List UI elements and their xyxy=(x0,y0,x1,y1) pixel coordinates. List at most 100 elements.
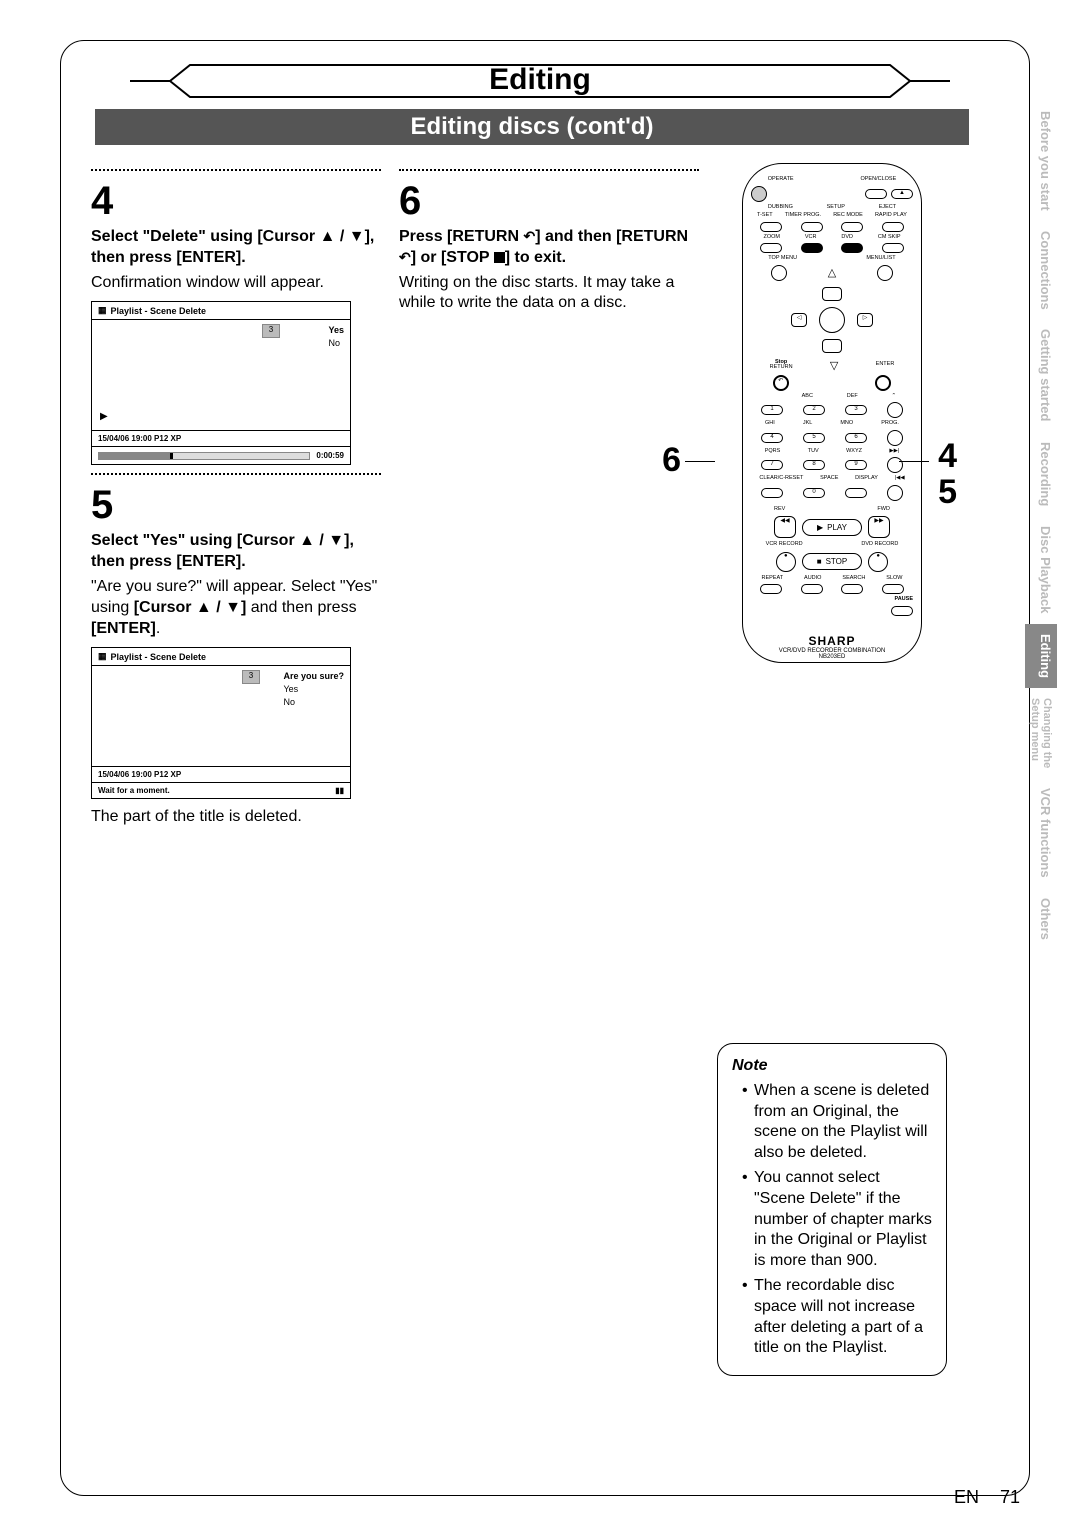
up-icon: △ xyxy=(828,266,836,279)
osd1-no: No xyxy=(328,337,344,350)
slow-button[interactable] xyxy=(882,584,904,594)
fwd-button[interactable]: ▶▶ xyxy=(868,516,890,538)
tab-before[interactable]: Before you start xyxy=(1025,101,1057,221)
topmenu-button[interactable] xyxy=(771,265,787,281)
display-button[interactable] xyxy=(845,488,867,498)
step-5-number: 5 xyxy=(91,485,381,525)
rule xyxy=(91,473,381,475)
remote-control: OPERATEOPEN/CLOSE ▲ DUBBINGSETUPEJECT T-… xyxy=(742,163,922,663)
cursor-right[interactable]: ▷ xyxy=(857,313,873,327)
key-4[interactable]: 4 xyxy=(761,433,783,443)
brand-logo: SHARP xyxy=(751,634,913,648)
key-5[interactable]: 5 xyxy=(803,433,825,443)
key-6[interactable]: 6 xyxy=(845,433,867,443)
stop-button[interactable]: ■ STOP xyxy=(802,553,862,570)
operate-button[interactable] xyxy=(751,186,767,202)
key-2[interactable]: 2 xyxy=(803,405,825,415)
dpad[interactable]: ◁ ▷ xyxy=(787,285,877,355)
recmode-button[interactable] xyxy=(841,222,863,232)
audio-button[interactable] xyxy=(801,584,823,594)
pause-icon: ▮▮ xyxy=(335,786,344,795)
eject-button[interactable]: ▲ xyxy=(891,189,913,199)
callout-4: 4 xyxy=(938,437,957,476)
rapid-button[interactable] xyxy=(882,222,904,232)
tab-editing[interactable]: Editing xyxy=(1025,624,1057,688)
dvd-button[interactable] xyxy=(841,243,863,253)
osd1-time: 0:00:59 xyxy=(316,451,344,460)
step-6-number: 6 xyxy=(399,181,699,221)
stop-icon xyxy=(494,252,505,263)
model-number: NB203ED xyxy=(751,654,913,660)
step-5-footer: The part of the title is deleted. xyxy=(91,807,381,828)
list-icon: ▦ xyxy=(98,651,107,662)
zoom-button[interactable] xyxy=(760,243,782,253)
menulist-button[interactable] xyxy=(877,265,893,281)
key-3[interactable]: 3 xyxy=(845,405,867,415)
tab-setup[interactable]: Changing theSetup menu xyxy=(1025,688,1057,778)
osd2-wait: Wait for a moment. xyxy=(98,786,170,795)
tab-getting-started[interactable]: Getting started xyxy=(1025,319,1057,431)
osd2-no: No xyxy=(283,696,344,709)
vcr-button[interactable] xyxy=(801,243,823,253)
step-6-heading: Press [RETURN ↶] and then [RETURN ↶] or … xyxy=(399,227,699,269)
cursor-up[interactable] xyxy=(822,287,842,301)
repeat-button[interactable] xyxy=(760,584,782,594)
key-9[interactable]: 9 xyxy=(845,460,867,470)
skip-fwd[interactable] xyxy=(887,457,903,473)
chapter-title: Editing xyxy=(91,63,989,97)
osd1-yes: Yes xyxy=(328,324,344,337)
play-button[interactable]: ▶ PLAY xyxy=(802,519,862,536)
open-close-button[interactable] xyxy=(865,189,887,199)
play-icon: ▶ xyxy=(100,411,108,422)
return-icon: ↶ xyxy=(523,228,535,244)
tab-others[interactable]: Others xyxy=(1025,888,1057,950)
osd-scene-delete-confirm: ▦ Playlist - Scene Delete 3 Yes No ▶ 15/… xyxy=(91,301,351,465)
return-icon: ↶ xyxy=(399,249,411,265)
page-footer: EN 71 xyxy=(954,1487,1020,1508)
osd2-question: Are you sure? xyxy=(283,670,344,683)
step-5-body: "Are you sure?" will appear. Select "Yes… xyxy=(91,577,381,639)
key-0[interactable]: 0 xyxy=(803,488,825,498)
tab-playback[interactable]: Disc Playback xyxy=(1025,516,1057,623)
rev-button[interactable]: ◀◀ xyxy=(774,516,796,538)
vcr-rec-button[interactable]: ● xyxy=(776,552,796,572)
page-number: 71 xyxy=(1000,1487,1020,1507)
skip-back[interactable] xyxy=(887,485,903,501)
step-6-body: Writing on the disc starts. It may take … xyxy=(399,273,699,315)
enter-button[interactable] xyxy=(819,307,845,333)
list-icon: ▦ xyxy=(98,305,107,316)
osd1-thumbnail: 3 xyxy=(262,324,280,338)
note-box: Note When a scene is deleted from an Ori… xyxy=(717,1043,947,1376)
key-8[interactable]: 8 xyxy=(803,460,825,470)
prog-down[interactable] xyxy=(887,430,903,446)
pause-button[interactable] xyxy=(891,606,913,616)
osd-are-you-sure: ▦ Playlist - Scene Delete 3 Are you sure… xyxy=(91,647,351,799)
dvd-rec-button[interactable]: ● xyxy=(868,552,888,572)
cursor-down[interactable] xyxy=(822,339,842,353)
callout-5: 5 xyxy=(938,473,957,512)
tab-recording[interactable]: Recording xyxy=(1025,432,1057,516)
tab-connections[interactable]: Connections xyxy=(1025,221,1057,320)
timer-button[interactable] xyxy=(801,222,823,232)
section-title: Editing discs (cont'd) xyxy=(95,109,969,145)
return-button[interactable]: ↶ xyxy=(773,375,789,391)
key-7[interactable]: 7 xyxy=(761,460,783,470)
callout-line xyxy=(685,461,715,462)
clear-button[interactable] xyxy=(761,488,783,498)
tab-vcr[interactable]: VCR functions xyxy=(1025,778,1057,888)
side-tabs: Before you start Connections Getting sta… xyxy=(1025,101,1057,949)
osd2-info: 15/04/06 19:00 P12 XP xyxy=(92,766,350,782)
rule xyxy=(399,169,699,171)
search-button[interactable] xyxy=(841,584,863,594)
prog-up[interactable] xyxy=(887,402,903,418)
enter-side-button[interactable] xyxy=(875,375,891,391)
callout-6: 6 xyxy=(662,441,681,480)
key-1[interactable]: 1 xyxy=(761,405,783,415)
osd1-info: 15/04/06 19:00 P12 XP xyxy=(92,430,350,446)
cmskip-button[interactable] xyxy=(882,243,904,253)
cursor-left[interactable]: ◁ xyxy=(791,313,807,327)
rule xyxy=(91,169,381,171)
step-4-body: Confirmation window will appear. xyxy=(91,273,381,294)
tset-button[interactable] xyxy=(760,222,782,232)
osd2-yes: Yes xyxy=(283,683,344,696)
